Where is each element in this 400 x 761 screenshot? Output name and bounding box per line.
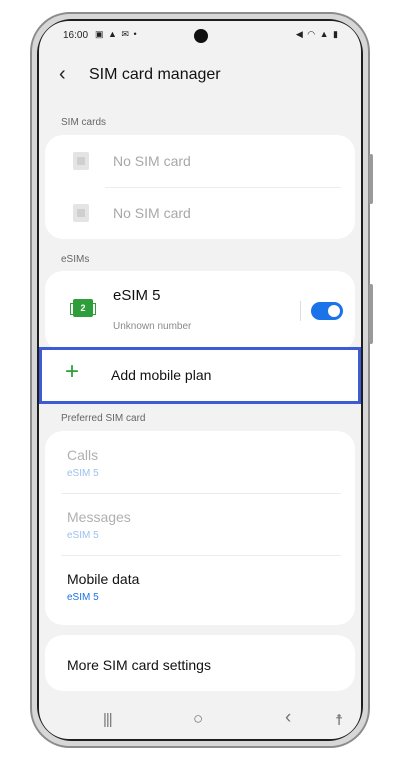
sim-slot-1[interactable]: No SIM card	[45, 135, 355, 187]
esim-toggle[interactable]	[311, 302, 343, 320]
preferred-item-title: Messages	[67, 509, 131, 525]
preferred-mobile-data-item[interactable]: Mobile data eSIM 5	[45, 555, 355, 619]
sim-slot-label: No SIM card	[113, 205, 191, 221]
highlight-frame	[39, 347, 361, 404]
sim-slot-2[interactable]: No SIM card	[45, 187, 355, 239]
preferred-calls-item[interactable]: Calls eSIM 5	[45, 431, 355, 493]
preferred-item-value: eSIM 5	[67, 592, 99, 603]
volume-button	[369, 154, 373, 204]
section-label-sim-cards: SIM cards	[61, 117, 107, 128]
accessibility-icon[interactable]: ☨	[335, 711, 343, 729]
status-bar: 16:00 ▣ ▲ ✉ • ◀ ◠ ▲ ▮	[39, 21, 361, 51]
more-sim-settings-item[interactable]: More SIM card settings	[45, 635, 355, 691]
divider	[300, 301, 301, 321]
phone-screen: 16:00 ▣ ▲ ✉ • ◀ ◠ ▲ ▮ ‹ SIM card manager…	[39, 21, 361, 739]
esim-card: 2 eSIM 5 Unknown number	[45, 271, 355, 351]
back-icon[interactable]: ‹	[59, 63, 66, 86]
home-icon[interactable]: ○	[193, 709, 203, 729]
preferred-item-title: Mobile data	[67, 571, 140, 587]
preferred-messages-item[interactable]: Messages eSIM 5	[45, 493, 355, 555]
sim-cards-card: No SIM card No SIM card	[45, 135, 355, 239]
sim-card-icon	[73, 152, 89, 170]
front-camera	[194, 29, 208, 43]
power-button	[369, 284, 373, 344]
sim-slot-label: No SIM card	[113, 153, 191, 169]
recents-icon[interactable]: |||	[103, 711, 113, 728]
sim-card-icon	[73, 204, 89, 222]
esim-name: eSIM 5	[113, 287, 161, 304]
esim-item[interactable]: 2 eSIM 5 Unknown number	[45, 271, 355, 347]
preferred-item-value: eSIM 5	[67, 530, 99, 541]
section-label-preferred-sim: Preferred SIM card	[61, 413, 146, 424]
page-title: SIM card manager	[89, 66, 221, 83]
app-header: ‹ SIM card manager	[39, 57, 361, 93]
system-icons: ◀ ◠ ▲ ▮	[295, 29, 339, 39]
esim-chip-icon: 2	[70, 299, 96, 317]
more-sim-settings-label: More SIM card settings	[67, 657, 211, 673]
section-label-esims: eSIMs	[61, 254, 90, 265]
navigation-bar: ||| ○ ‹ ☨	[39, 705, 361, 739]
status-time: 16:00	[63, 30, 89, 41]
esim-number: Unknown number	[113, 321, 192, 332]
preferred-item-value: eSIM 5	[67, 468, 99, 479]
notification-icons: ▣ ▲ ✉ •	[95, 29, 138, 39]
preferred-item-title: Calls	[67, 447, 99, 463]
preferred-sim-card: Calls eSIM 5 Messages eSIM 5 Mobile data…	[45, 431, 355, 625]
nav-back-icon[interactable]: ‹	[285, 707, 291, 729]
